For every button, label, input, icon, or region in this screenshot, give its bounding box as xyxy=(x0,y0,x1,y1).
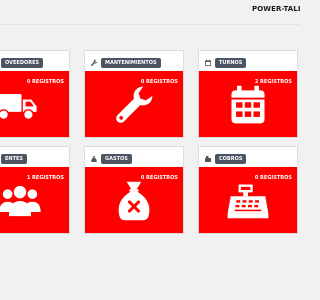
card-cobros[interactable]: COBROS 0 REGISTROS xyxy=(198,146,298,234)
money-bag-x-icon xyxy=(112,179,156,223)
wrench-icon xyxy=(112,83,156,127)
card-label: OVEEDORES xyxy=(1,58,44,68)
money-bag-icon xyxy=(89,155,98,164)
truck-icon xyxy=(0,83,38,127)
card-clientes[interactable]: ENTES 1 REGISTROS xyxy=(0,146,70,234)
card-header: COBROS xyxy=(203,153,247,165)
brand-title: POWER-TALLE xyxy=(252,5,300,13)
card-label: ENTES xyxy=(1,154,28,164)
card-header: MANTENIMIENTOS xyxy=(89,57,161,69)
card-header: GASTOS xyxy=(89,153,132,165)
cash-register-icon xyxy=(203,155,212,164)
card-body[interactable]: 0 REGISTROS xyxy=(199,167,297,233)
card-header: ENTES xyxy=(1,153,28,165)
card-body[interactable]: 2 REGISTROS xyxy=(199,71,297,137)
card-body[interactable]: 0 REGISTROS xyxy=(85,167,183,233)
calendar-icon xyxy=(203,59,212,68)
card-header: OVEEDORES xyxy=(1,57,44,69)
card-body[interactable]: 0 REGISTROS xyxy=(0,71,69,137)
card-body[interactable]: 0 REGISTROS xyxy=(85,71,183,137)
card-gastos[interactable]: GASTOS 0 REGISTROS xyxy=(84,146,184,234)
wrench-icon xyxy=(89,59,98,68)
dashboard: POWER-TALLE OVEEDORES 0 REGISTROS xyxy=(0,0,300,300)
users-icon xyxy=(0,179,42,223)
card-label: COBROS xyxy=(215,154,247,164)
card-proveedores[interactable]: OVEEDORES 0 REGISTROS xyxy=(0,50,70,138)
card-turnos[interactable]: TURNOS 2 REGISTROS xyxy=(198,50,298,138)
calendar-icon xyxy=(226,83,270,127)
card-label: MANTENIMIENTOS xyxy=(101,58,161,68)
card-header: TURNOS xyxy=(203,57,247,69)
header-divider xyxy=(0,24,300,25)
card-mantenimientos[interactable]: MANTENIMIENTOS 0 REGISTROS xyxy=(84,50,184,138)
card-label: TURNOS xyxy=(215,58,247,68)
card-body[interactable]: 1 REGISTROS xyxy=(0,167,69,233)
card-label: GASTOS xyxy=(101,154,132,164)
cash-register-icon xyxy=(226,179,270,223)
